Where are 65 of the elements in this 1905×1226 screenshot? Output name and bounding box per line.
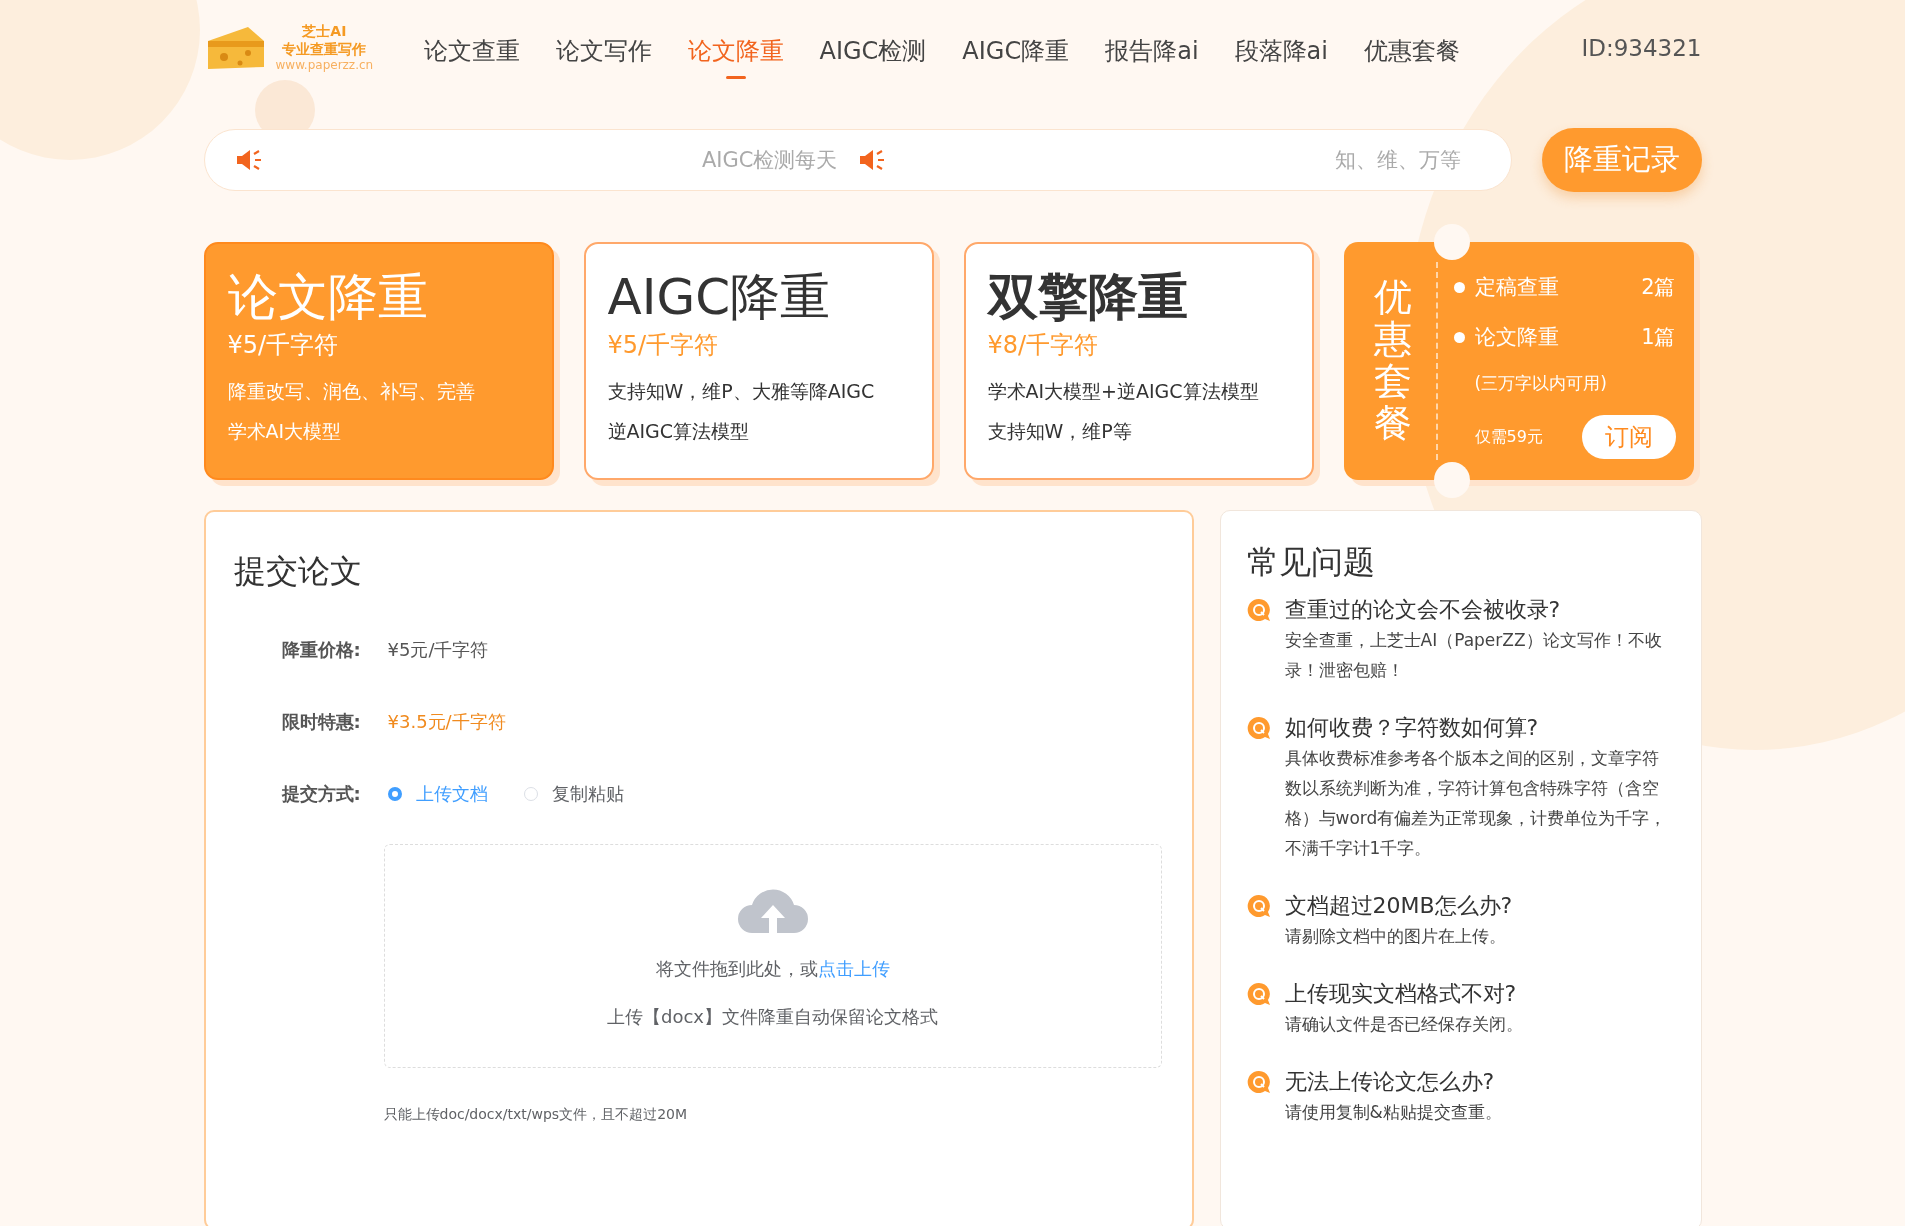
card-title: AIGC降重: [607, 270, 832, 325]
logo-subtitle: 专业查重写作: [282, 40, 367, 59]
nav-tab[interactable]: 论文写作: [555, 29, 652, 79]
question-bubble-icon: [1246, 1070, 1271, 1094]
card-description: 学术AI大模型: [227, 419, 343, 444]
field-label: 限时特惠:: [281, 710, 362, 734]
panel-title: 提交论文: [233, 551, 363, 592]
package-item: 论文降重: [1474, 324, 1560, 351]
card-description: 学术AI大模型+逆AIGC算法模型: [987, 379, 1260, 404]
ticket-notch: [1433, 462, 1470, 498]
question-bubble-icon: [1246, 894, 1271, 918]
drop-hint: 上传【docx】文件降重自动保留论文格式: [607, 1005, 938, 1029]
card-description: 支持知W，维P等: [987, 419, 1133, 444]
radio-option[interactable]: 复制粘贴: [523, 782, 624, 806]
card-description: 逆AIGC算法模型: [607, 419, 751, 444]
card-price: ¥8/千字符: [987, 330, 1100, 361]
nav-tab[interactable]: AIGC降重: [962, 29, 1070, 79]
speaker-icon: [234, 148, 263, 172]
package-title: 优惠套餐: [1373, 277, 1412, 445]
package-count: 1篇: [1641, 324, 1676, 351]
field-label: 提交方式:: [281, 782, 362, 806]
bullet-icon: [1453, 281, 1465, 293]
faq-question: 文档超过20MB怎么办?: [1284, 892, 1513, 920]
bullet-icon: [1453, 331, 1465, 343]
faq-question: 上传现实文档格式不对?: [1284, 980, 1517, 1008]
ticket-notch: [1433, 224, 1470, 260]
drop-instruction: 将文件拖到此处，或点击上传: [655, 957, 890, 981]
package-item: 定稿查重: [1474, 274, 1560, 301]
upload-dropzone[interactable]: 将文件拖到此处，或点击上传 上传【docx】文件降重自动保留论文格式: [383, 844, 1162, 1068]
faq-answer: 请使用复制&粘贴提交查重。: [1283, 1101, 1503, 1124]
question-bubble-icon: [1246, 716, 1271, 740]
field-label: 降重价格:: [281, 638, 362, 662]
notice-text: AIGC检测每天: [702, 147, 838, 174]
card-description: 降重改写、润色、补写、完善: [227, 379, 476, 404]
question-bubble-icon: [1246, 982, 1271, 1006]
faq-answer: 请剔除文档中的图片在上传。: [1283, 925, 1507, 948]
card-title: 双擎降重: [987, 270, 1189, 325]
user-id: ID:934321: [1581, 35, 1702, 61]
faq-answer: 具体收费标准参考各个版本之间的区别，文章字符数以系统判断为准，字符计算包含特殊字符（含空格）与word有偏差为正常现象，计费单位为千字，不满千字计1千字。: [1283, 747, 1668, 860]
notice-text: 知、维、万等: [1334, 147, 1461, 174]
nav-tab[interactable]: AIGC检测: [819, 29, 927, 79]
package-count: 2篇: [1641, 274, 1676, 301]
faq-answer: 请确认文件是否已经保存关闭。: [1283, 1013, 1524, 1036]
faq-title: 常见问题: [1246, 542, 1376, 583]
speaker-icon: [857, 148, 886, 172]
upload-limit-text: 只能上传doc/docx/txt/wps文件，且不超过20M: [383, 1106, 689, 1124]
package-price: 仅需59元: [1474, 426, 1543, 448]
faq-question: 无法上传论文怎么办?: [1284, 1068, 1495, 1096]
card-title: 论文降重: [227, 270, 429, 325]
field-value: ¥3.5元/千字符: [387, 710, 506, 734]
faq-question: 如何收费？字符数如何算?: [1284, 714, 1539, 742]
field-value: ¥5元/千字符: [387, 638, 489, 662]
card-description: 支持知W，维P、大雅等降AIGC: [607, 379, 876, 404]
nav-tab[interactable]: 论文查重: [423, 29, 520, 79]
nav-tab[interactable]: 优惠套餐: [1363, 29, 1460, 79]
question-bubble-icon: [1246, 598, 1271, 622]
nav-tab[interactable]: 段落降ai: [1234, 29, 1328, 79]
card-price: ¥5/千字符: [227, 330, 340, 361]
faq-question: 查重过的论文会不会被收录?: [1284, 596, 1561, 624]
package-note: (三万字以内可用): [1474, 372, 1608, 395]
faq-answer: 安全查重，上芝士AI（PaperZZ）论文写作！不收录！泄密包赔！: [1283, 629, 1663, 682]
logo-url: www.paperzz.cn: [275, 58, 374, 74]
card-price: ¥5/千字符: [607, 330, 720, 361]
logo-title: 芝士AI: [302, 22, 347, 41]
nav-tab[interactable]: 报告降ai: [1105, 29, 1199, 79]
